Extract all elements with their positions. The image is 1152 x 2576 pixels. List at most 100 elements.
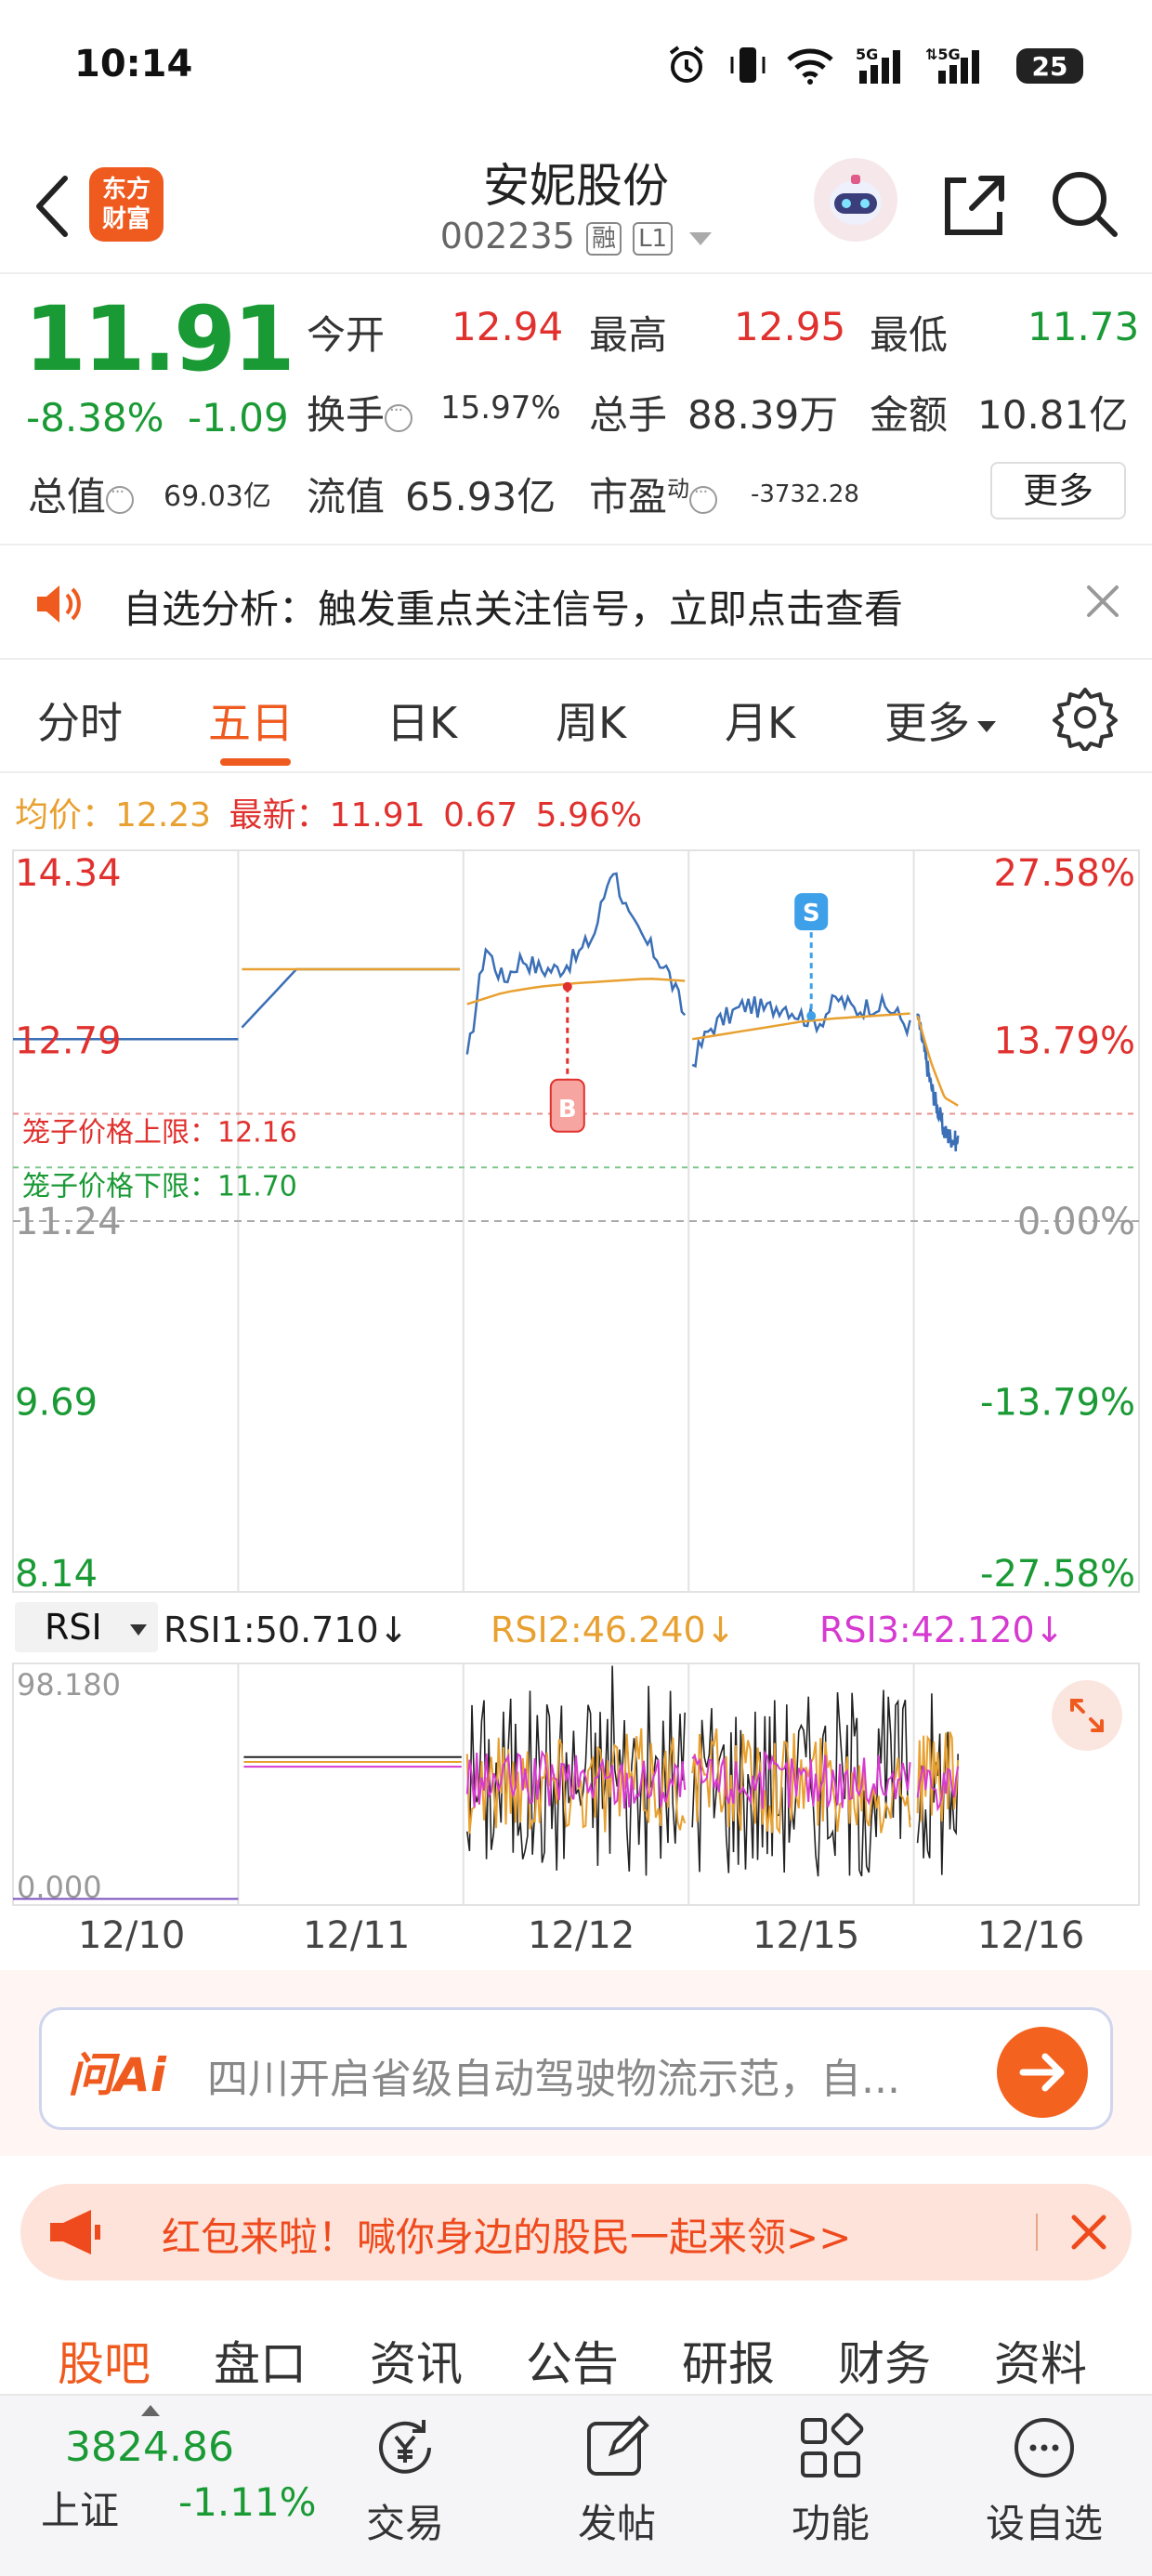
five-day-price-chart[interactable]: B S 14.34 27.58% 12.79 13.79% 11.24 0.00% 9.69 -1… bbox=[0, 841, 1152, 1594]
logo-text-line1: 东方 bbox=[101, 176, 151, 204]
low-value: 11.73 bbox=[1028, 304, 1140, 349]
date-label: 12/10 bbox=[78, 1914, 186, 1957]
tab-five-day[interactable]: 五日 bbox=[208, 690, 294, 751]
tab-intraday[interactable]: 分时 bbox=[37, 690, 123, 751]
tab-weekly-k[interactable]: 周K bbox=[556, 690, 626, 751]
indicator-select[interactable]: RSI bbox=[15, 1602, 158, 1652]
price-series-line bbox=[241, 967, 460, 1029]
high-label: 最高 bbox=[589, 312, 668, 358]
rsi2-value: RSI2:46.240↓ bbox=[491, 1610, 736, 1650]
caret-up-icon bbox=[141, 2405, 160, 2416]
nav-functions[interactable]: 功能 bbox=[747, 2411, 914, 2569]
nav-trade[interactable]: 交易 bbox=[321, 2411, 489, 2569]
nav-trade-label: 交易 bbox=[365, 2501, 444, 2546]
megaphone-icon bbox=[46, 2206, 102, 2258]
nav-post[interactable]: 发帖 bbox=[533, 2411, 700, 2569]
notice-bar[interactable]: 自选分析：触发重点关注信号，立即点击查看 bbox=[0, 548, 1152, 660]
upper-limit-label: 笼子价格上限：12.16 bbox=[22, 1117, 297, 1150]
nav-functions-label: 功能 bbox=[791, 2501, 870, 2546]
quote-panel: 11.91 -8.38% -1.09 今开 12.94 最高 12.95 最低 … bbox=[0, 274, 1152, 545]
search-icon[interactable] bbox=[1048, 164, 1122, 242]
latest-label: 最新： bbox=[229, 796, 330, 835]
avg-series-line bbox=[466, 977, 686, 1005]
stock-name[interactable]: 安妮股份 bbox=[390, 149, 762, 216]
stock-code: 002235 bbox=[439, 216, 575, 256]
y-tick-right: -13.79% bbox=[980, 1382, 1135, 1425]
stock-header: 东方 财富 安妮股份 002235 融 L1 bbox=[0, 139, 1152, 274]
float-label: 流值 bbox=[307, 474, 386, 519]
info-icon[interactable] bbox=[106, 482, 135, 514]
tab-announcements[interactable]: 公告 bbox=[526, 2327, 619, 2394]
expand-icon[interactable] bbox=[1052, 1680, 1122, 1751]
nav-add-watchlist[interactable]: 设自选 bbox=[961, 2411, 1128, 2569]
tab-news[interactable]: 资讯 bbox=[370, 2327, 463, 2394]
info-icon[interactable] bbox=[689, 482, 718, 514]
y-tick-left: 8.14 bbox=[15, 1553, 98, 1594]
ai-search-area: 问Ai 四川开启省级自动驾驶物流示范，自... bbox=[0, 1970, 1152, 2156]
ai-submit-button[interactable] bbox=[997, 2027, 1088, 2118]
tab-more[interactable]: 更多 bbox=[884, 690, 996, 751]
promo-text: 红包来啦！喊你身边的股民一起来领>> bbox=[162, 2215, 852, 2260]
info-icon[interactable] bbox=[385, 401, 413, 432]
rsi3-value: RSI3:42.120↓ bbox=[819, 1610, 1065, 1650]
tab-pankou[interactable]: 盘口 bbox=[214, 2327, 307, 2394]
ai-search-box[interactable]: 问Ai 四川开启省级自动驾驶物流示范，自... bbox=[39, 2007, 1113, 2130]
y-tick-left: 9.69 bbox=[15, 1382, 98, 1425]
share-icon[interactable] bbox=[938, 164, 1009, 242]
tab-monthly-k[interactable]: 月K bbox=[725, 690, 795, 751]
tab-research[interactable]: 研报 bbox=[682, 2327, 775, 2394]
battery-indicator: 25 bbox=[1016, 48, 1083, 84]
tab-profile[interactable]: 资料 bbox=[994, 2327, 1087, 2394]
tab-finance[interactable]: 财务 bbox=[838, 2327, 931, 2394]
price-series-line bbox=[465, 872, 687, 1055]
eastmoney-logo[interactable]: 东方 财富 bbox=[89, 167, 164, 242]
change-percent: -8.38% bbox=[26, 395, 164, 440]
stock-code-row[interactable]: 002235 融 L1 bbox=[390, 216, 762, 256]
volume-value: 88.39万 bbox=[687, 392, 839, 438]
avg-series-line bbox=[916, 1015, 959, 1107]
mktcap-label[interactable]: 总值 bbox=[28, 466, 135, 522]
logo-text-line2: 财富 bbox=[101, 205, 151, 233]
alarm-icon bbox=[663, 45, 710, 85]
high-value: 12.95 bbox=[734, 304, 846, 349]
rsi-chart[interactable]: 98.180 0.000 bbox=[0, 1660, 1152, 1911]
close-icon[interactable] bbox=[1078, 576, 1128, 626]
ai-prompt-text: 四川开启省级自动驾驶物流示范，自... bbox=[207, 2056, 900, 2103]
date-label: 12/11 bbox=[303, 1914, 411, 1957]
tab-guba[interactable]: 股吧 bbox=[58, 2327, 151, 2394]
rsi-y-min: 0.000 bbox=[17, 1870, 102, 1905]
signal-5g-2-icon: ⇅5G bbox=[925, 45, 1000, 85]
close-icon[interactable] bbox=[1068, 2212, 1109, 2253]
amount-label: 金额 bbox=[870, 392, 949, 438]
robot-assistant-icon[interactable] bbox=[814, 158, 897, 242]
grid-apps-icon bbox=[793, 2411, 868, 2485]
nav-add-watchlist-label: 设自选 bbox=[985, 2501, 1103, 2546]
y-tick-left: 14.34 bbox=[15, 852, 122, 895]
turnover-value: 15.97% bbox=[440, 389, 561, 427]
vibrate-icon bbox=[725, 45, 771, 85]
date-axis: 12/10 12/11 12/12 12/15 12/16 bbox=[0, 1912, 1152, 1968]
low-label: 最低 bbox=[870, 312, 949, 358]
more-dots-icon bbox=[1007, 2411, 1081, 2485]
gear-icon[interactable] bbox=[1052, 684, 1119, 753]
lower-limit-label: 笼子价格下限：11.70 bbox=[22, 1170, 297, 1203]
y-tick-left: 11.24 bbox=[15, 1201, 122, 1243]
current-price: 11.91 bbox=[24, 287, 295, 391]
price-series-line bbox=[691, 992, 911, 1069]
notice-text: 自选分析：触发重点关注信号，立即点击查看 bbox=[123, 586, 904, 632]
red-envelope-banner[interactable]: 红包来啦！喊你身边的股民一起来领>> bbox=[20, 2184, 1132, 2280]
pe-value: -3732.28 bbox=[751, 480, 859, 508]
date-label: 12/16 bbox=[977, 1914, 1085, 1957]
index-value: 3824.86 bbox=[65, 2424, 234, 2471]
mktcap-value: 69.03亿 bbox=[164, 480, 271, 513]
y-tick-right: 0.00% bbox=[1017, 1201, 1135, 1243]
latest-change: 0.67 bbox=[443, 796, 518, 835]
tab-daily-k[interactable]: 日K bbox=[386, 690, 457, 751]
back-arrow-icon[interactable] bbox=[26, 169, 82, 243]
pe-label[interactable]: 市盈动 bbox=[589, 466, 718, 522]
amount-value: 10.81亿 bbox=[977, 392, 1129, 438]
latest-percent: 5.96% bbox=[535, 796, 643, 835]
more-quote-button[interactable]: 更多 bbox=[990, 462, 1126, 519]
turnover-label[interactable]: 换手 bbox=[307, 384, 413, 440]
signal-5g-1-icon: 5G bbox=[853, 45, 912, 85]
